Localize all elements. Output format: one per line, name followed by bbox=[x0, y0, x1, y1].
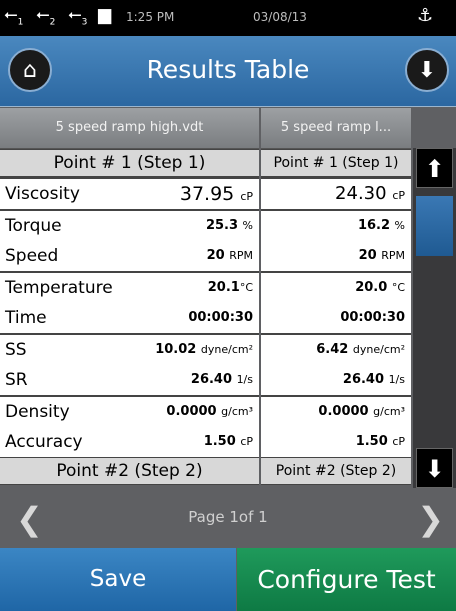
accuracy-row: Accuracy 1.50 cP bbox=[5, 432, 253, 452]
usb-icon: ⭠3 bbox=[68, 5, 88, 28]
scroll-thumb[interactable] bbox=[416, 196, 453, 256]
usb-icon: ⭠2 bbox=[36, 5, 56, 28]
scroll-up-icon[interactable]: ⬆ bbox=[416, 148, 453, 188]
file-header[interactable]: 5 speed ramp high.vdt bbox=[0, 108, 259, 149]
temperature-time-block: 20.0 °C 00:00:30 bbox=[261, 271, 411, 333]
density-accuracy-block: Density 0.0000 g/cm³ Accuracy 1.50 cP bbox=[0, 395, 259, 457]
results-column[interactable]: 5 speed ramp l... Point # 1 (Step 1) 24.… bbox=[261, 108, 411, 485]
point-header: Point #2 (Step 2) bbox=[0, 457, 259, 485]
status-bar: ⭠1 ⭠2 ⭠3 ▆ 1:25 PM 03/08/13 ⚓ bbox=[0, 0, 456, 36]
density-accuracy-block: 0.0000 g/cm³ 1.50 cP bbox=[261, 395, 411, 457]
ss-row: 6.42 dyne/cm² bbox=[316, 342, 405, 357]
page-title: Results Table bbox=[146, 55, 310, 84]
file-header[interactable]: 5 speed ramp l... bbox=[261, 108, 411, 149]
time-row: 00:00:30 bbox=[340, 310, 405, 325]
temperature-row: 20.0 °C bbox=[355, 280, 405, 295]
torque-speed-block: Torque 25.3 % Speed 20 RPM bbox=[0, 209, 259, 271]
torque-speed-block: 16.2 % 20 RPM bbox=[261, 209, 411, 271]
sr-row: 26.40 1/s bbox=[342, 372, 405, 387]
speed-row: 20 RPM bbox=[358, 248, 405, 263]
viscosity-block: Viscosity 37.95 cP bbox=[0, 177, 259, 209]
usb-icon: ⭠1 bbox=[4, 5, 24, 28]
status-date: 03/08/13 bbox=[253, 10, 307, 24]
temperature-time-block: Temperature 20.1°C Time 00:00:30 bbox=[0, 271, 259, 333]
temperature-row: Temperature 20.1°C bbox=[5, 278, 253, 298]
point-header: Point # 1 (Step 1) bbox=[0, 149, 259, 177]
next-page-icon[interactable]: ❯ bbox=[417, 500, 444, 538]
printer-icon: ▆ bbox=[98, 5, 112, 25]
viscosity-block: 24.30 cP bbox=[261, 177, 411, 209]
ss-sr-block: SS 10.02 dyne/cm² SR 26.40 1/s bbox=[0, 333, 259, 395]
density-row: Density 0.0000 g/cm³ bbox=[5, 402, 253, 422]
ss-sr-block: 6.42 dyne/cm² 26.40 1/s bbox=[261, 333, 411, 395]
torque-row: Torque 25.3 % bbox=[5, 216, 253, 236]
ss-row: SS 10.02 dyne/cm² bbox=[5, 340, 253, 360]
vertical-scrollbar[interactable]: ⬆ ⬇ bbox=[413, 148, 456, 488]
viscosity-row: Viscosity 37.95 cP bbox=[5, 183, 253, 205]
bottom-bar: Save Configure Test bbox=[0, 548, 456, 611]
status-time: 1:25 PM bbox=[126, 10, 175, 24]
point-header: Point # 1 (Step 1) bbox=[261, 149, 411, 177]
time-row: Time 00:00:30 bbox=[5, 308, 253, 328]
download-icon[interactable]: ⬇ bbox=[405, 48, 449, 92]
viscosity-row: 24.30 cP bbox=[335, 183, 405, 204]
scroll-down-icon[interactable]: ⬇ bbox=[416, 448, 453, 488]
density-row: 0.0000 g/cm³ bbox=[318, 404, 405, 419]
point-header: Point #2 (Step 2) bbox=[261, 457, 411, 485]
pager: ❮ Page 1of 1 ❯ bbox=[0, 488, 456, 548]
page-indicator: Page 1of 1 bbox=[188, 508, 268, 526]
sr-row: SR 26.40 1/s bbox=[5, 370, 253, 390]
configure-test-button[interactable]: Configure Test bbox=[237, 548, 456, 611]
accuracy-row: 1.50 cP bbox=[355, 434, 405, 449]
speed-row: Speed 20 RPM bbox=[5, 246, 253, 266]
title-bar: ⌂ Results Table ⬇ bbox=[0, 36, 456, 107]
save-button[interactable]: Save bbox=[0, 548, 236, 611]
anchor-icon: ⚓ bbox=[417, 5, 434, 26]
results-column[interactable]: 5 speed ramp high.vdt Point # 1 (Step 1)… bbox=[0, 108, 259, 485]
torque-row: 16.2 % bbox=[357, 218, 405, 233]
results-table: 5 speed ramp high.vdt Point # 1 (Step 1)… bbox=[0, 108, 456, 488]
